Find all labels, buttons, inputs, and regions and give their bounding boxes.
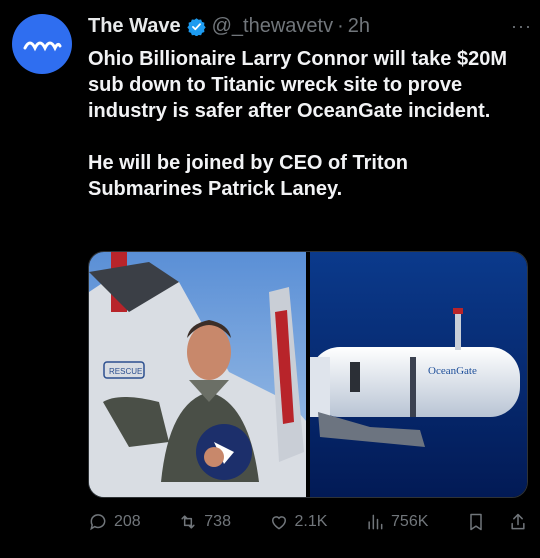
media-grid[interactable]: RESCUE OceanGate — [88, 251, 528, 498]
tweet-text: Ohio Billionaire Larry Connor will take … — [88, 48, 507, 200]
verified-badge-icon — [186, 17, 206, 36]
tweet-header: The Wave @_thewavetv · 2h — [88, 12, 530, 40]
retweet-icon — [181, 515, 195, 529]
handle[interactable]: @_thewavetv — [212, 15, 333, 38]
pilot-photo-icon: RESCUE — [89, 252, 306, 497]
share-icon — [511, 513, 525, 530]
bookmark-icon — [470, 513, 482, 531]
like-count: 2.1K — [294, 513, 328, 530]
avatar[interactable] — [12, 14, 72, 74]
views-chart-icon — [368, 514, 383, 530]
action-bar: 208 738 2.1K 756K — [88, 505, 528, 539]
photo-submarine[interactable]: OceanGate — [310, 252, 527, 497]
share-button[interactable] — [508, 512, 528, 532]
retweet-count: 738 — [204, 513, 231, 530]
submarine-photo-icon: OceanGate — [310, 252, 527, 497]
reply-button[interactable]: 208 — [88, 512, 141, 532]
rescue-label: RESCUE — [109, 367, 142, 376]
views-button[interactable]: 756K — [365, 512, 428, 532]
wave-logo-icon — [23, 41, 62, 52]
bookmark-button[interactable] — [466, 512, 486, 532]
right-actions — [466, 512, 528, 532]
reply-count: 208 — [114, 513, 141, 530]
more-options-icon[interactable]: ··· — [511, 16, 532, 37]
retweet-button[interactable]: 738 — [178, 512, 231, 532]
heart-icon — [271, 516, 286, 530]
display-name[interactable]: The Wave — [88, 15, 181, 38]
photo-pilot-jet[interactable]: RESCUE — [89, 252, 306, 497]
separator-dot: · — [337, 14, 344, 37]
tweet-card[interactable]: The Wave @_thewavetv · 2h ··· Ohio Billi… — [0, 0, 540, 558]
oceangate-label: OceanGate — [428, 365, 477, 377]
like-button[interactable]: 2.1K — [269, 512, 328, 532]
views-count: 756K — [391, 513, 429, 530]
reply-icon — [90, 514, 106, 531]
timestamp[interactable]: 2h — [348, 15, 370, 38]
